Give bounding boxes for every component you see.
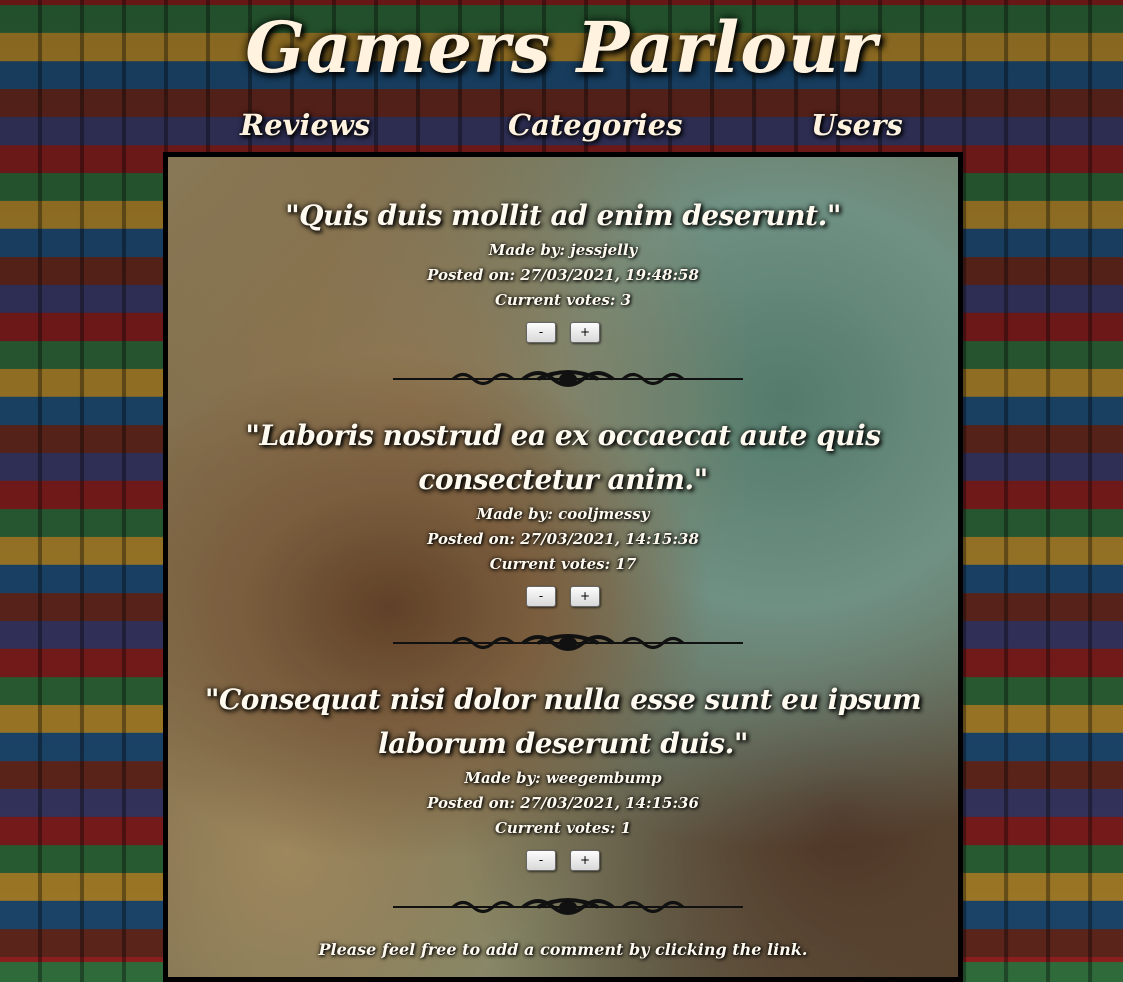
review-card: "Laboris nostrud ea ex occaecat aute qui…	[168, 414, 958, 609]
review-title[interactable]: "Consequat nisi dolor nulla esse sunt eu…	[178, 678, 948, 766]
review-votes: Current votes: 3	[494, 291, 632, 309]
upvote-button[interactable]: +	[570, 322, 600, 343]
review-date: Posted on: 27/03/2021, 14:15:36	[427, 794, 699, 812]
nav-users-link[interactable]: Users	[811, 108, 903, 142]
main-nav: Reviews Categories Users	[0, 108, 1123, 148]
review-votes: Current votes: 17	[489, 555, 637, 573]
review-title[interactable]: "Quis duis mollit ad enim deserunt."	[178, 194, 948, 238]
review-author: Made by: weegembump	[464, 769, 662, 787]
nav-reviews-link[interactable]: Reviews	[240, 108, 370, 142]
downvote-button[interactable]: -	[526, 322, 556, 343]
site-title: Gamers Parlour	[245, 6, 878, 89]
upvote-button[interactable]: +	[570, 586, 600, 607]
vote-controls: - +	[168, 321, 958, 345]
review-date: Posted on: 27/03/2021, 14:15:38	[427, 530, 699, 548]
downvote-button[interactable]: -	[526, 850, 556, 871]
review-author: Made by: cooljmessy	[476, 505, 650, 523]
review-title[interactable]: "Laboris nostrud ea ex occaecat aute qui…	[178, 414, 948, 502]
review-votes: Current votes: 1	[494, 819, 632, 837]
ornament-divider	[393, 370, 743, 387]
review-date: Posted on: 27/03/2021, 19:48:58	[427, 266, 699, 284]
review-author: Made by: jessjelly	[488, 241, 638, 259]
nav-categories-link[interactable]: Categories	[508, 108, 682, 142]
downvote-button[interactable]: -	[526, 586, 556, 607]
ornament-divider	[393, 898, 743, 915]
upvote-button[interactable]: +	[570, 850, 600, 871]
reviews-panel: "Quis duis mollit ad enim deserunt." Mad…	[163, 152, 963, 982]
comment-prompt: Please feel free to add a comment by cli…	[318, 940, 808, 959]
vote-controls: - +	[168, 849, 958, 873]
review-card: "Consequat nisi dolor nulla esse sunt eu…	[168, 678, 958, 873]
ornament-divider	[393, 634, 743, 651]
vote-controls: - +	[168, 585, 958, 609]
review-card: "Quis duis mollit ad enim deserunt." Mad…	[168, 194, 958, 345]
